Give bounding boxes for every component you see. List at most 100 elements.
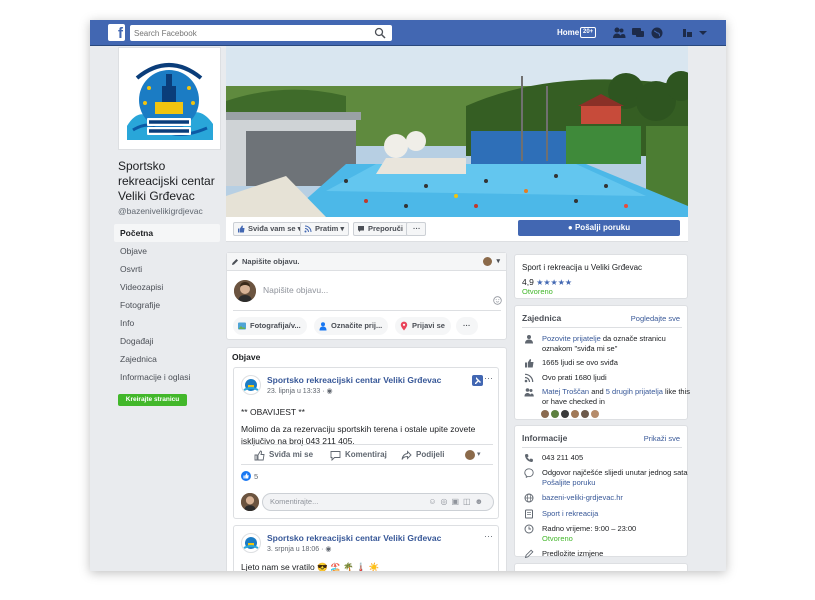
page-title[interactable]: Sportsko rekreacijski centar Veliki Grđe…: [118, 159, 228, 204]
reaction-count[interactable]: 5: [254, 472, 258, 481]
category-row: Sport i rekreacija: [524, 509, 690, 519]
like-reaction-icon: [241, 471, 251, 481]
information-see-all-link[interactable]: Prikaži sve: [644, 434, 680, 443]
search-input[interactable]: [130, 25, 360, 41]
thumbs-up-icon: [525, 359, 534, 368]
page-profile-picture[interactable]: [118, 47, 221, 150]
friend-avatar[interactable]: [591, 410, 599, 418]
facebook-logo-icon[interactable]: f: [108, 24, 125, 41]
page-category[interactable]: Sport i rekreacija u Veliki Grđevac: [522, 263, 642, 273]
nav-item-info-ads[interactable]: Informacije i oglasi: [114, 368, 220, 386]
recommend-button[interactable]: Preporuči: [353, 222, 409, 236]
check-in-button[interactable]: Prijavi se: [395, 317, 451, 335]
cover-photo[interactable]: [226, 46, 688, 217]
comment-input[interactable]: Komentirajte... ☺◎▣◫☻: [262, 493, 494, 511]
composer-more-button[interactable]: ···: [456, 317, 478, 335]
friend-name-link[interactable]: Matej Troščan: [542, 387, 589, 396]
composer-input[interactable]: Napišite objavu...: [263, 285, 328, 295]
suggest-edits-link[interactable]: Predložite izmjene: [542, 549, 690, 559]
chevron-down-icon[interactable]: ▾: [496, 253, 500, 271]
post-author-name[interactable]: Sportsko rekreacijski centar Veliki Grđe…: [267, 533, 441, 543]
hours-row: Radno vrijeme: 9:00 – 23:00 Otvoreno: [524, 524, 690, 546]
post-author-name[interactable]: Sportsko rekreacijski centar Veliki Grđe…: [267, 375, 441, 385]
create-page-button[interactable]: Kreirajte stranicu: [118, 394, 187, 406]
invite-icon: [525, 335, 533, 344]
globe-icon: ◉: [325, 546, 332, 553]
post-card: Sportsko rekreacijski centar Veliki Grđe…: [233, 525, 499, 571]
friend-avatar[interactable]: [571, 410, 579, 418]
chevron-down-icon[interactable]: [696, 26, 710, 40]
friend-avatar[interactable]: [581, 410, 589, 418]
card-divider: [522, 447, 682, 448]
send-message-link[interactable]: Pošaljite poruku: [542, 478, 595, 487]
globe-notifications-icon[interactable]: [650, 26, 664, 40]
nav-item-events[interactable]: Događaji: [114, 332, 220, 350]
post-as-avatar[interactable]: [465, 450, 475, 460]
friend-requests-icon[interactable]: [612, 26, 626, 40]
website-link[interactable]: bazeni-veliki-grdjevac.hr: [542, 493, 690, 503]
photo-video-label: Fotografija/v...: [250, 321, 301, 330]
page-logo: [119, 48, 220, 149]
phone-number[interactable]: 043 211 405: [542, 453, 690, 463]
post-author-avatar[interactable]: [241, 375, 261, 395]
rating-row[interactable]: 4,9 ★★★★★: [522, 277, 572, 287]
friend-avatar[interactable]: [551, 410, 559, 418]
pin-icon[interactable]: [472, 375, 483, 386]
post-comment-button[interactable]: Komentiraj: [330, 450, 387, 461]
nav-item-reviews[interactable]: Osvrti: [114, 260, 220, 278]
messages-icon[interactable]: [631, 26, 645, 40]
page-handle[interactable]: @bazenivelikigrdjevac: [118, 206, 203, 216]
location-pin-icon: [400, 321, 408, 331]
post-author-avatar[interactable]: [241, 533, 261, 553]
composer-divider: [233, 310, 501, 311]
post-share-button[interactable]: Podijeli: [401, 450, 444, 460]
nav-item-photos[interactable]: Fotografije: [114, 296, 220, 314]
nav-item-posts[interactable]: Objave: [114, 242, 220, 260]
card-divider: [522, 327, 682, 328]
post-options-button[interactable]: ···: [484, 531, 493, 541]
nav-item-info[interactable]: Info: [114, 314, 220, 332]
share-arrow-icon: [401, 450, 412, 460]
post-divider: [241, 464, 493, 465]
post-date-label: 3. srpnja u 18:06 ·: [267, 546, 326, 553]
user-photo: [241, 493, 259, 511]
tag-friends-label: Označite prij...: [331, 321, 383, 330]
photo-video-button[interactable]: Fotografija/v...: [233, 317, 307, 335]
help-icon[interactable]: [681, 26, 695, 40]
other-friends-link[interactable]: 5 drugih prijatelja: [606, 387, 663, 396]
post-timestamp[interactable]: 3. srpnja u 18:06 · ◉: [267, 545, 331, 553]
invite-friends-row: Pozovite prijatelje da označe stranicu o…: [524, 334, 690, 356]
follow-button[interactable]: Pratim ▾: [300, 222, 350, 236]
post-card: Sportsko rekreacijski centar Veliki Grđe…: [233, 367, 499, 519]
community-card: Zajednica Pogledajte sve Pozovite prijat…: [514, 305, 690, 420]
composer-identity-avatar[interactable]: [483, 257, 492, 266]
photo-icon: [238, 322, 246, 330]
category-link[interactable]: Sport i rekreacija: [542, 509, 690, 519]
post-timestamp[interactable]: 23. lipnja u 13:33 · ◉: [267, 387, 333, 395]
friend-avatar[interactable]: [561, 410, 569, 418]
likes-row: 1665 ljudi se ovo sviđa: [524, 358, 690, 368]
invite-friends-link[interactable]: Pozovite prijatelje: [542, 334, 601, 343]
nav-item-community[interactable]: Zajednica: [114, 350, 220, 368]
home-link[interactable]: Home: [557, 28, 579, 37]
search-bar[interactable]: [130, 25, 392, 41]
send-message-button[interactable]: ● Pošalji poruku: [518, 220, 680, 236]
more-actions-button[interactable]: ···: [406, 222, 426, 236]
emoji-icon[interactable]: [493, 296, 502, 305]
nav-item-videos[interactable]: Videozapisi: [114, 278, 220, 296]
composer-header[interactable]: Napišite objavu. ▾: [227, 253, 506, 271]
open-status: Otvoreno: [522, 287, 553, 296]
like-page-button[interactable]: Sviđa vam se ▾: [233, 222, 307, 236]
send-message-label: Pošalji poruku: [574, 223, 631, 232]
suggest-edits-row: Predložite izmjene: [524, 549, 690, 559]
chevron-down-icon[interactable]: ▾: [477, 450, 481, 458]
post-options-button[interactable]: ···: [484, 373, 493, 383]
community-see-all-link[interactable]: Pogledajte sve: [631, 314, 680, 323]
tag-friends-button[interactable]: Označite prij...: [314, 317, 389, 335]
nav-item-home[interactable]: Početna: [114, 224, 220, 242]
friend-avatar[interactable]: [541, 410, 549, 418]
post-like-button[interactable]: Sviđa mi se: [254, 450, 313, 461]
search-icon[interactable]: [374, 27, 386, 39]
globe-icon: ◉: [326, 388, 333, 395]
comment-tools-icons[interactable]: ☺◎▣◫☻: [428, 494, 487, 510]
